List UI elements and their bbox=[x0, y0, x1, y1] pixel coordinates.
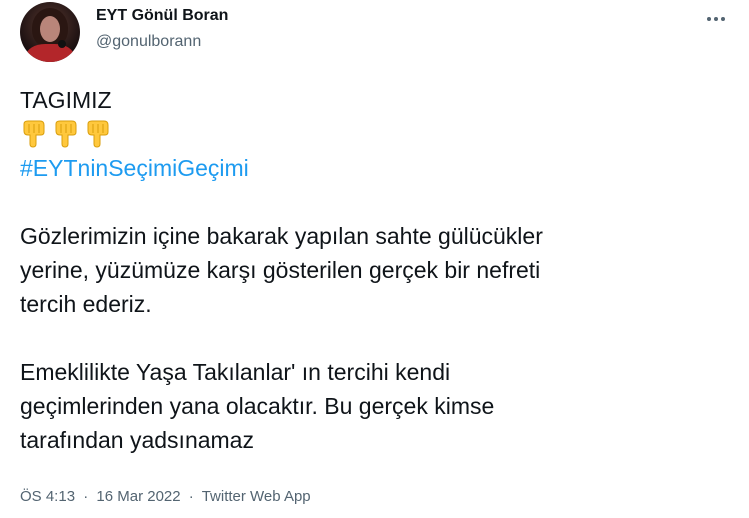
more-dot bbox=[714, 17, 718, 21]
tweet-line: Emeklilikte Yaşa Takılanlar' ın tercihi … bbox=[20, 359, 451, 385]
author-display-name[interactable]: EYT Gönül Boran bbox=[96, 7, 228, 25]
more-dot bbox=[721, 17, 725, 21]
avatar-shirt-shape bbox=[26, 44, 74, 62]
emoji-row bbox=[20, 117, 725, 151]
user-avatar[interactable] bbox=[20, 2, 80, 62]
more-dots-icon[interactable] bbox=[703, 10, 729, 28]
tweet-line: tarafından yadsınamaz bbox=[20, 427, 254, 453]
author-handle[interactable]: @gonulborann bbox=[96, 33, 201, 51]
meta-separator: · bbox=[188, 488, 194, 505]
tweet-line: geçimlerinden yana olacaktır. Bu gerçek … bbox=[20, 393, 495, 419]
avatar-face-shape bbox=[40, 16, 60, 42]
tweet-time[interactable]: ÖS 4:13 bbox=[20, 488, 75, 505]
tweet-line: Gözlerimizin içine bakarak yapılan sahte… bbox=[20, 223, 543, 249]
tweet-line-title: TAGIMIZ bbox=[20, 87, 112, 113]
tweet-date[interactable]: 16 Mar 2022 bbox=[96, 488, 180, 505]
tweet-card: EYT Gönül Boran @gonulborann TAGIMIZ #EY… bbox=[0, 0, 749, 518]
tweet-line: yerine, yüzümüze karşı gösterilen gerçek… bbox=[20, 257, 541, 283]
pointing-down-emoji-icon bbox=[52, 120, 78, 148]
pointing-down-emoji-icon bbox=[20, 120, 46, 148]
tweet-source-link[interactable]: Twitter Web App bbox=[202, 488, 311, 505]
tweet-line: tercih ederiz. bbox=[20, 291, 152, 317]
tweet-text: TAGIMIZ #EYTninSeçimiGeçimi Gözlerimizin… bbox=[20, 83, 725, 457]
meta-separator: · bbox=[83, 488, 89, 505]
more-dot bbox=[707, 17, 711, 21]
hashtag-link[interactable]: #EYTninSeçimiGeçimi bbox=[20, 151, 725, 185]
tweet-meta: ÖS 4:13 · 16 Mar 2022 · Twitter Web App bbox=[20, 488, 311, 505]
pointing-down-emoji-icon bbox=[84, 120, 110, 148]
avatar-microphone-shape bbox=[58, 40, 66, 48]
